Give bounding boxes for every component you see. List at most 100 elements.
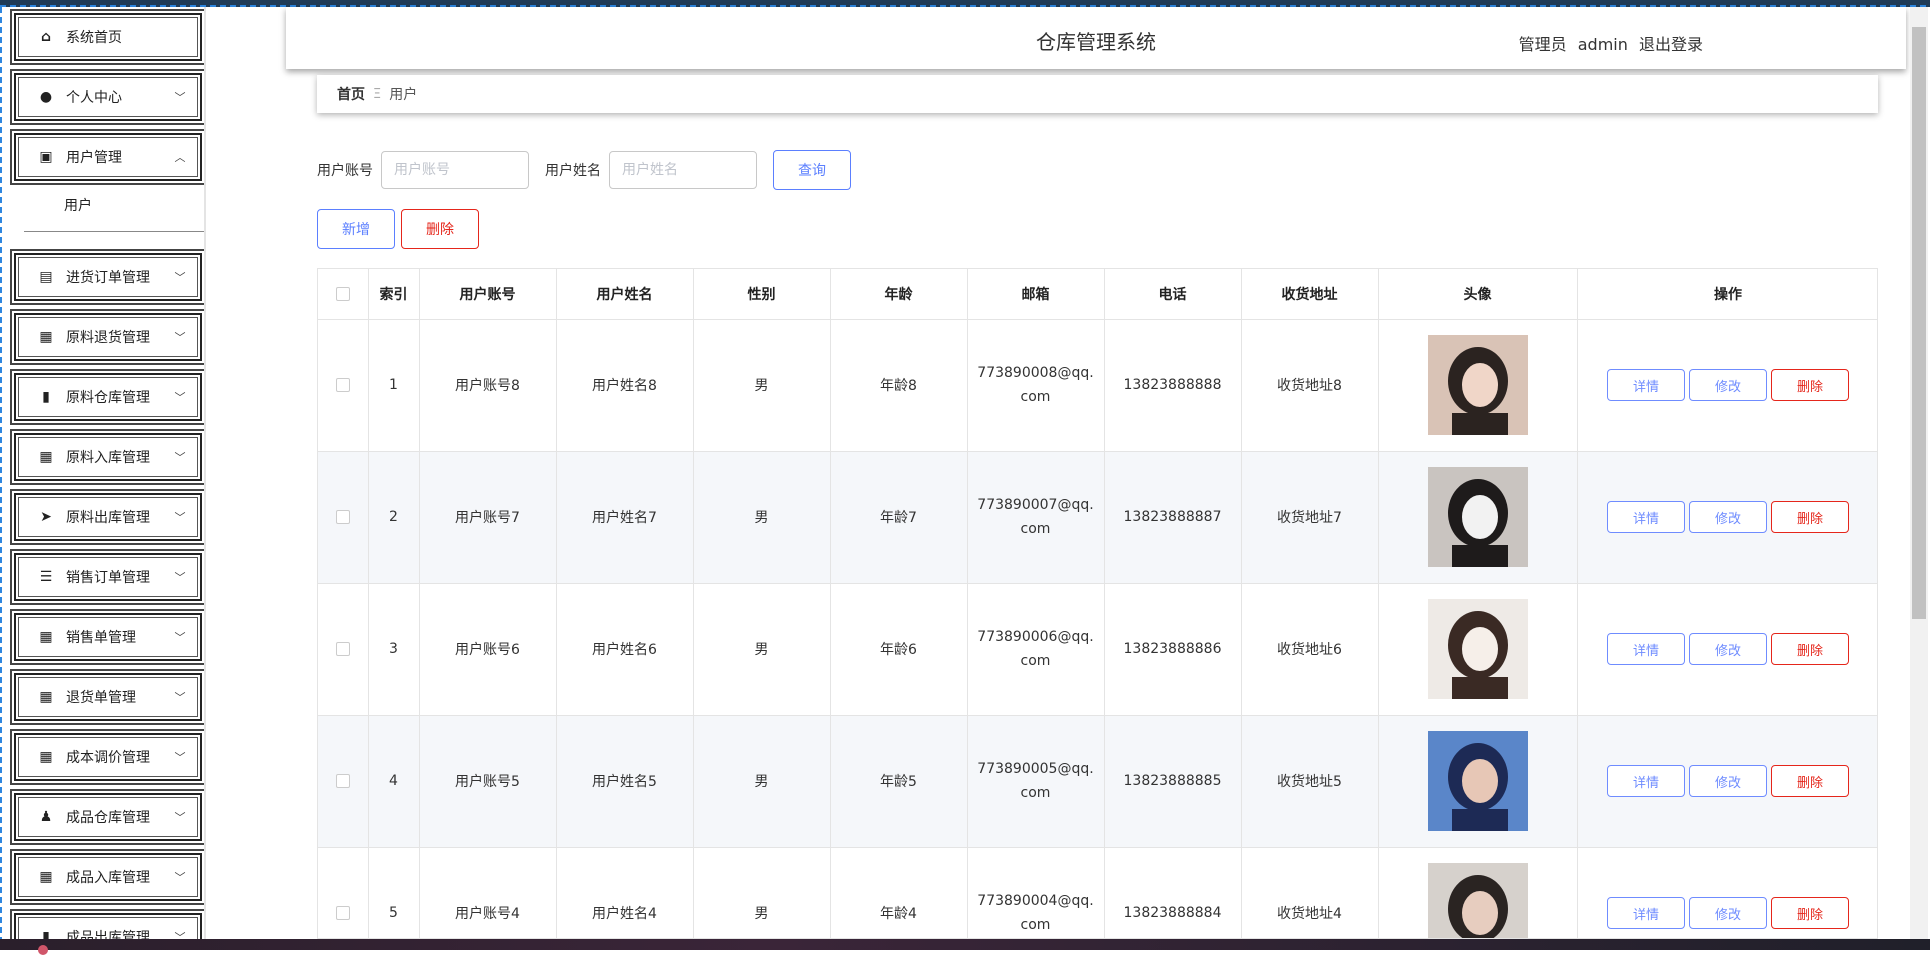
window-top-strip bbox=[0, 0, 1930, 7]
sidebar-menu-button[interactable]: ♟ 成品仓库管理 ﹀ bbox=[14, 793, 202, 841]
row-checkbox[interactable] bbox=[335, 642, 350, 656]
operations-cell: 详情 修改 删除 bbox=[1577, 451, 1877, 584]
email-cell: 773890007@qq.com bbox=[967, 451, 1105, 584]
email-cell: 773890008@qq.com bbox=[967, 319, 1105, 452]
select-all-checkbox[interactable] bbox=[335, 286, 350, 301]
sidebar-menu-button[interactable]: ▦ 成本调价管理 ﹀ bbox=[14, 733, 202, 781]
grid-icon: ▦ bbox=[39, 869, 53, 885]
user-table: 索引 用户账号 用户姓名 性别 年龄 邮箱 电话 收货地址 头像 操作 1 用户账… bbox=[317, 268, 1878, 939]
sidebar-item: ▦ 原料退货管理 ﹀ bbox=[6, 307, 204, 367]
sidebar-menu-button[interactable]: ▣ 用户管理 ︿ bbox=[14, 133, 202, 181]
sidebar-item: ▦ 成本调价管理 ﹀ bbox=[6, 727, 204, 787]
name-label: 用户姓名 bbox=[545, 163, 601, 179]
chevron-down-icon: ﹀ bbox=[174, 751, 186, 764]
edit-button[interactable]: 修改 bbox=[1689, 369, 1767, 401]
row-checkbox[interactable] bbox=[335, 774, 350, 788]
column-header: 收货地址 bbox=[1241, 269, 1379, 320]
edit-button[interactable]: 修改 bbox=[1689, 501, 1767, 533]
chevron-down-icon: ﹀ bbox=[174, 811, 186, 824]
sidebar-item-label: 退货单管理 bbox=[66, 690, 136, 706]
account-cell: 用户账号6 bbox=[419, 583, 557, 716]
sidebar-item-label: 原料仓库管理 bbox=[66, 390, 150, 406]
sidebar-subitem-users[interactable]: 用户 bbox=[64, 195, 92, 215]
email-text: 773890004@qq.com bbox=[977, 893, 1094, 933]
query-button[interactable]: 查询 bbox=[773, 150, 851, 190]
vertical-scrollbar[interactable] bbox=[1910, 7, 1928, 939]
sidebar-item-label: 成品仓库管理 bbox=[66, 810, 150, 826]
detail-button[interactable]: 详情 bbox=[1607, 633, 1685, 665]
sidebar-item: ▦ 退货单管理 ﹀ bbox=[6, 667, 204, 727]
delete-button[interactable]: 删除 bbox=[1771, 897, 1849, 929]
sidebar-item: ▮ 原料仓库管理 ﹀ bbox=[6, 367, 204, 427]
name-cell: 用户姓名4 bbox=[556, 847, 694, 938]
column-header: 头像 bbox=[1378, 269, 1578, 320]
sidebar-menu-button[interactable]: ▮ 成品出库管理 ﹀ bbox=[14, 913, 202, 939]
row-select-cell[interactable] bbox=[318, 451, 369, 584]
sidebar-menu-button[interactable]: ▮ 原料仓库管理 ﹀ bbox=[14, 373, 202, 421]
table-row: 5 用户账号4 用户姓名4 男年龄4 773890004@qq.com 138238888… bbox=[318, 847, 1877, 938]
stamp-icon: ♟ bbox=[39, 809, 53, 825]
sidebar-menu-button[interactable]: ▦ 原料退货管理 ﹀ bbox=[14, 313, 202, 361]
sidebar-item: ▤ 进货订单管理 ﹀ bbox=[6, 247, 204, 307]
scrollbar-thumb[interactable] bbox=[1912, 27, 1926, 619]
add-button[interactable]: 新增 bbox=[317, 209, 395, 249]
chevron-down-icon: ﹀ bbox=[174, 691, 186, 704]
edit-button[interactable]: 修改 bbox=[1689, 765, 1767, 797]
detail-button[interactable]: 详情 bbox=[1607, 501, 1685, 533]
table-row: 2 用户账号7 用户姓名7 男年龄7 773890007@qq.com 138238888… bbox=[318, 451, 1877, 584]
column-header: 电话 bbox=[1104, 269, 1242, 320]
avatar-cell bbox=[1378, 451, 1578, 584]
grid-icon: ▦ bbox=[39, 689, 53, 705]
sidebar-item: ▦ 销售单管理 ﹀ bbox=[6, 607, 204, 667]
select-all-header[interactable] bbox=[318, 269, 369, 320]
chevron-down-icon: ﹀ bbox=[174, 931, 186, 939]
avatar-image bbox=[1427, 335, 1528, 435]
logout-link[interactable]: 退出登录 bbox=[1639, 35, 1703, 54]
sidebar-menu-button[interactable]: ⌂ 系统首页 bbox=[14, 13, 202, 61]
sidebar-menu-button[interactable]: ▦ 退货单管理 ﹀ bbox=[14, 673, 202, 721]
row-select-cell[interactable] bbox=[318, 715, 369, 848]
sidebar-item-label: 销售订单管理 bbox=[66, 570, 150, 586]
row-checkbox[interactable] bbox=[335, 378, 350, 392]
batch-delete-button[interactable]: 删除 bbox=[401, 209, 479, 249]
row-checkbox[interactable] bbox=[335, 906, 350, 920]
sidebar-menu-button[interactable]: ▦ 原料入库管理 ﹀ bbox=[14, 433, 202, 481]
edit-button[interactable]: 修改 bbox=[1689, 897, 1767, 929]
sidebar-item: ▦ 原料入库管理 ﹀ bbox=[6, 427, 204, 487]
account-label: 用户账号 bbox=[317, 163, 373, 179]
avatar-image bbox=[1427, 863, 1528, 938]
sidebar-item-label: 成本调价管理 bbox=[66, 750, 150, 766]
sidebar-item: ⌂ 系统首页 bbox=[6, 7, 204, 67]
delete-button[interactable]: 删除 bbox=[1771, 501, 1849, 533]
age-cell: 年龄4 bbox=[830, 847, 968, 938]
row-select-cell[interactable] bbox=[318, 847, 369, 938]
sidebar-menu-button[interactable]: ☰ 销售订单管理 ﹀ bbox=[14, 553, 202, 601]
sidebar-menu-button[interactable]: ▦ 成品入库管理 ﹀ bbox=[14, 853, 202, 901]
sidebar-item-label: 原料入库管理 bbox=[66, 450, 150, 466]
row-select-cell[interactable] bbox=[318, 319, 369, 452]
sidebar-item-label: 进货订单管理 bbox=[66, 270, 150, 286]
breadcrumb-home[interactable]: 首页 bbox=[337, 84, 365, 104]
phone-cell: 13823888888 bbox=[1104, 319, 1242, 452]
address-cell: 收货地址6 bbox=[1241, 583, 1379, 716]
sidebar-menu-button[interactable]: ▦ 销售单管理 ﹀ bbox=[14, 613, 202, 661]
detail-button[interactable]: 详情 bbox=[1607, 897, 1685, 929]
delete-button[interactable]: 删除 bbox=[1771, 633, 1849, 665]
edit-button[interactable]: 修改 bbox=[1689, 633, 1767, 665]
delete-button[interactable]: 删除 bbox=[1771, 765, 1849, 797]
sidebar-menu-button[interactable]: ● 个人中心 ﹀ bbox=[14, 73, 202, 121]
account-search-input[interactable] bbox=[381, 151, 529, 189]
sidebar-menu-button[interactable]: ▤ 进货订单管理 ﹀ bbox=[14, 253, 202, 301]
delete-button[interactable]: 删除 bbox=[1771, 369, 1849, 401]
sidebar-item-label: 用户管理 bbox=[66, 150, 122, 166]
table-row: 3 用户账号6 用户姓名6 男年龄6 773890006@qq.com 138238888… bbox=[318, 583, 1877, 716]
row-select-cell[interactable] bbox=[318, 583, 369, 716]
index-cell: 4 bbox=[368, 715, 420, 848]
submenu-divider bbox=[24, 231, 204, 232]
name-search-input[interactable] bbox=[609, 151, 757, 189]
detail-button[interactable]: 详情 bbox=[1607, 369, 1685, 401]
sidebar-menu-button[interactable]: ➤ 原料出库管理 ﹀ bbox=[14, 493, 202, 541]
row-checkbox[interactable] bbox=[335, 510, 350, 524]
chevron-down-icon: ﹀ bbox=[174, 571, 186, 584]
detail-button[interactable]: 详情 bbox=[1607, 765, 1685, 797]
